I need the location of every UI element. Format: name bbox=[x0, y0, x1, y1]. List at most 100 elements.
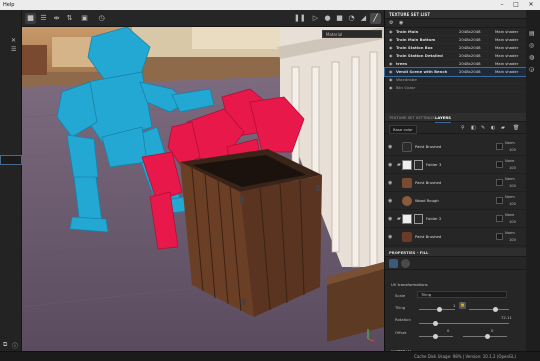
texture-set-row[interactable]: ◉ Wardrobe bbox=[385, 76, 526, 84]
camera-icon[interactable]: ■ bbox=[334, 13, 345, 24]
adjust-icon[interactable]: ⇅ bbox=[64, 13, 75, 24]
blend-mode-select[interactable]: Norm bbox=[505, 195, 515, 199]
layer-row[interactable]: ◉ Wood Rough Norm 100 bbox=[385, 192, 527, 210]
layer-row[interactable]: ◉ Paint Brushed Norm 100 bbox=[385, 138, 527, 156]
eye-icon[interactable]: ◉ bbox=[389, 44, 393, 52]
eye-icon[interactable]: ◉ bbox=[388, 180, 392, 186]
left-panel-field[interactable] bbox=[0, 155, 22, 165]
eye-icon[interactable]: ◉ bbox=[388, 198, 392, 204]
bucket-icon[interactable]: ▷ bbox=[310, 13, 321, 24]
opacity-field[interactable]: 100 bbox=[509, 238, 516, 242]
texture-set-row-selected[interactable]: ◉ Vendi Scene with Bench 2048x2048 Main … bbox=[384, 67, 527, 77]
opacity-field[interactable]: 100 bbox=[509, 202, 516, 206]
texture-set-row[interactable]: ◉ Train Main Bottom 2048x2048 Main shade… bbox=[385, 36, 526, 44]
eye-icon[interactable]: ◉ bbox=[388, 162, 392, 168]
folder-icon[interactable]: ▰ bbox=[397, 162, 401, 168]
delete-layer-icon[interactable]: 🗑 bbox=[513, 125, 519, 131]
eye-icon[interactable]: ◉ bbox=[388, 234, 392, 240]
visibility-icon[interactable]: ◉ bbox=[399, 20, 403, 26]
channel-select[interactable]: Base color bbox=[389, 125, 417, 134]
opacity-field[interactable]: 100 bbox=[509, 148, 516, 152]
layer-row[interactable]: ◉ Paint Brushed Norm 100 bbox=[385, 174, 527, 192]
add-paint-layer-icon[interactable]: ◧ bbox=[471, 125, 476, 131]
display-icon[interactable]: ◍ bbox=[529, 54, 534, 61]
layer-checkbox[interactable] bbox=[496, 233, 503, 240]
eye-icon[interactable]: ◉ bbox=[388, 144, 392, 150]
layer-row-folder[interactable]: ◉ ▰ Folder 3 None 100 bbox=[385, 156, 527, 174]
shader-icon[interactable]: ◎ bbox=[529, 42, 534, 49]
folder-icon[interactable]: ▰ bbox=[397, 216, 401, 222]
offset-x-slider-knob[interactable] bbox=[433, 334, 438, 339]
layout-icon[interactable]: ☰ bbox=[38, 13, 49, 24]
light-icon[interactable]: ◔ bbox=[346, 13, 357, 24]
layer-checkbox[interactable] bbox=[496, 143, 503, 150]
lock-icon[interactable]: 🔒 bbox=[459, 302, 466, 309]
sphere-icon[interactable]: ● bbox=[322, 13, 333, 24]
add-effect-icon[interactable]: ⚲ bbox=[461, 125, 465, 131]
add-fill-layer-icon[interactable]: ✎ bbox=[481, 125, 485, 131]
eye-icon[interactable]: ◉ bbox=[389, 52, 393, 60]
offset-y-slider-knob[interactable] bbox=[485, 334, 490, 339]
texture-set-row[interactable]: ◉ Bin Color bbox=[385, 84, 526, 92]
grid-view-icon[interactable]: ▦ bbox=[25, 13, 36, 24]
minimize-icon[interactable]: – bbox=[497, 1, 507, 9]
eye-icon[interactable]: ◉ bbox=[388, 216, 392, 222]
info-icon[interactable]: ⓘ bbox=[12, 341, 18, 350]
texture-set-row[interactable]: ◉ Train Station Detailed 2048x2048 Main … bbox=[385, 52, 526, 60]
opacity-field[interactable]: 100 bbox=[509, 184, 516, 188]
eye-icon[interactable]: ◉ bbox=[389, 36, 393, 44]
tiling-slider-knob-2[interactable] bbox=[493, 307, 498, 312]
tiling-value[interactable]: 1 bbox=[453, 303, 455, 308]
panel-menu-icon[interactable]: ☰ bbox=[11, 46, 16, 53]
texture-set-row[interactable]: ◉ Train Station Box 2048x2048 Main shade… bbox=[385, 44, 526, 52]
eye-icon[interactable]: ◉ bbox=[389, 76, 393, 84]
blend-mode-select[interactable]: Norm bbox=[505, 177, 515, 181]
uv-section-title[interactable]: UV transformations bbox=[391, 282, 428, 287]
add-mask-icon[interactable]: ◐ bbox=[491, 125, 495, 131]
blend-mode-select[interactable]: None bbox=[505, 159, 514, 163]
layer-row-folder[interactable]: ◉ ▰ Folder 2 None 100 bbox=[385, 210, 527, 228]
layer-checkbox[interactable] bbox=[496, 197, 503, 204]
rotation-value[interactable]: 72.11 bbox=[501, 315, 512, 320]
layer-checkbox[interactable] bbox=[496, 179, 503, 186]
menu-help[interactable]: Help bbox=[3, 2, 14, 8]
screenshot-icon[interactable]: ⧉ bbox=[3, 341, 7, 349]
eye-icon[interactable]: ◉ bbox=[389, 68, 393, 76]
offset-x-value[interactable]: 0 bbox=[447, 328, 449, 333]
history-panel-icon[interactable]: ◶ bbox=[529, 66, 534, 73]
rotation-slider-knob[interactable] bbox=[433, 321, 438, 326]
material-tab-icon[interactable] bbox=[401, 259, 410, 268]
layers-icon[interactable]: ▤ bbox=[529, 30, 535, 37]
add-folder-icon[interactable]: ▰ bbox=[501, 125, 505, 131]
viewport-mode-select[interactable]: Material bbox=[322, 30, 382, 38]
tiling-slider-knob[interactable] bbox=[437, 307, 442, 312]
symmetry-icon[interactable]: ⇹ bbox=[51, 13, 62, 24]
history-icon[interactable]: ◷ bbox=[96, 13, 107, 24]
texture-set-row[interactable]: ◉ Train Main 2048x2048 Main shader bbox=[385, 28, 526, 36]
layer-row[interactable]: ◉ Paint Brushed Norm 100 bbox=[385, 228, 527, 246]
close-panel-icon[interactable]: ✕ bbox=[11, 37, 16, 44]
maximize-icon[interactable]: □ bbox=[511, 1, 521, 9]
layer-checkbox[interactable] bbox=[496, 161, 503, 168]
chart-icon[interactable]: ◢ bbox=[358, 13, 369, 24]
opacity-field[interactable]: 100 bbox=[509, 166, 516, 170]
blend-mode-select[interactable]: None bbox=[505, 213, 514, 217]
blend-mode-select[interactable]: Norm bbox=[505, 141, 515, 145]
blend-mode-select[interactable]: Norm bbox=[505, 231, 515, 235]
3d-viewport[interactable] bbox=[22, 27, 384, 351]
offset-y-value[interactable]: 0 bbox=[491, 328, 493, 333]
settings-icon[interactable]: ⚙ bbox=[389, 20, 393, 26]
pause-icon[interactable]: ❚❚ bbox=[294, 13, 306, 24]
fill-tab-icon[interactable] bbox=[389, 259, 398, 268]
frame-icon[interactable]: ▣ bbox=[79, 13, 90, 24]
opacity-field[interactable]: 100 bbox=[509, 220, 516, 224]
scale-select[interactable]: Tiling bbox=[417, 291, 507, 298]
eye-icon[interactable]: ◉ bbox=[389, 28, 393, 36]
tiling-slider-track-2[interactable] bbox=[469, 309, 509, 310]
texture-set-row[interactable]: ◉ trees 2048x2048 Main shader bbox=[385, 60, 526, 68]
tab-layers[interactable]: LAYERS bbox=[435, 113, 451, 123]
brush-icon[interactable]: ╱ bbox=[370, 13, 381, 24]
layer-checkbox[interactable] bbox=[496, 215, 503, 222]
tab-texture-set-settings[interactable]: TEXTURE SET SETTINGS bbox=[389, 113, 435, 122]
eye-icon[interactable]: ◉ bbox=[389, 60, 393, 68]
